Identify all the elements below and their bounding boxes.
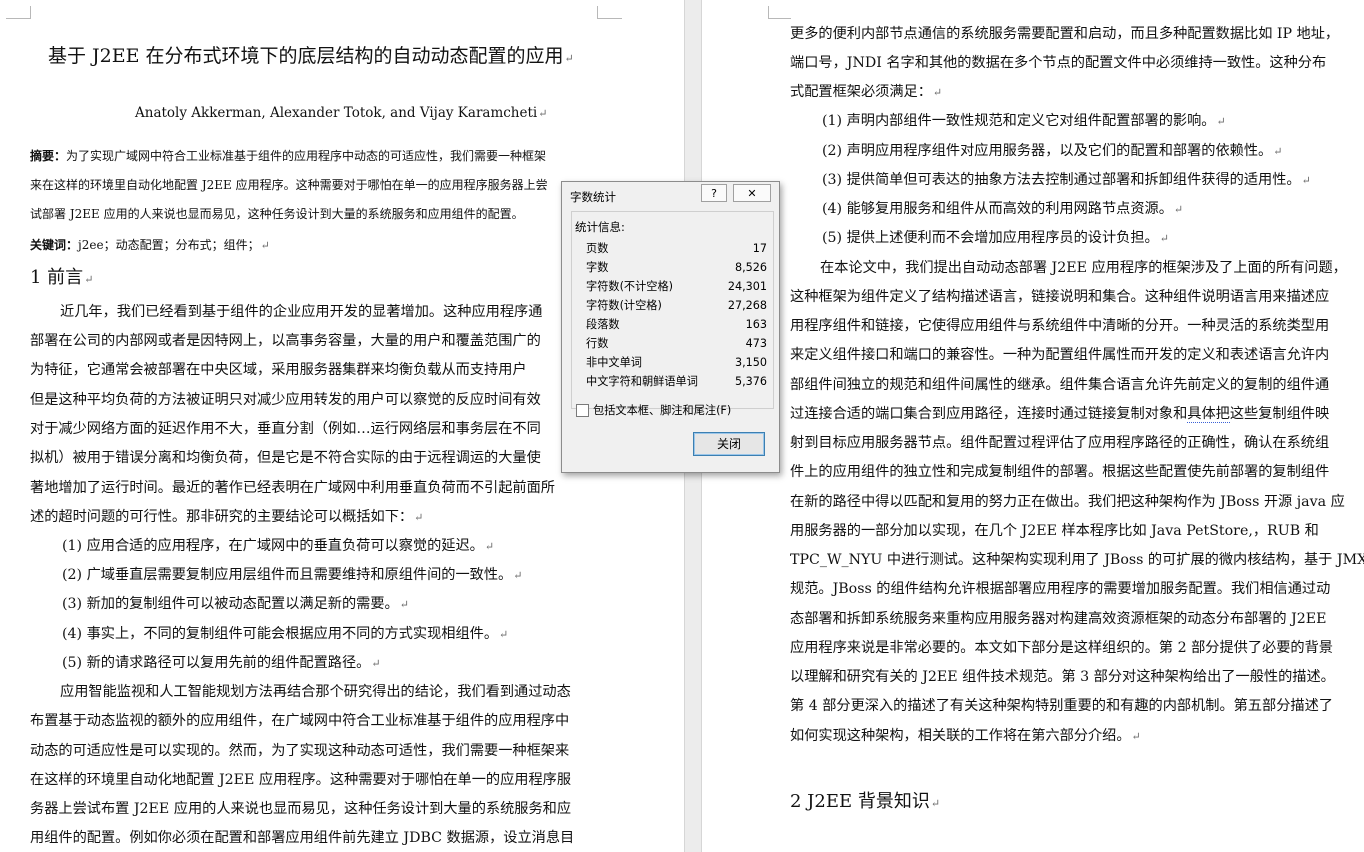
stat-row-chinese-chars: 中文字符和朝鲜语单词 5,376 (586, 375, 767, 388)
statistics-group-label: 统计信息: (575, 220, 625, 234)
abstract-line: 来在这样的环境里自动化地配置 J2EE 应用程序。这种需要对于哪怕在单一的应用程… (30, 178, 548, 192)
document-page-right[interactable]: 更多的便利内部节点通信的系统服务需要配置和启动，而且多种配置数据比如 IP 地址… (702, 0, 1364, 852)
body-line: 述的超时问题的可行性。那非研究的主要结论可以概括如下：↵ (30, 509, 424, 525)
list-item: (2) 广域垂直层需要复制应用层组件而且需要维持和原组件间的一致性。↵ (62, 567, 523, 583)
body-line: 更多的便利内部节点通信的系统服务需要配置和启动，而且多种配置数据比如 IP 地址… (790, 26, 1340, 42)
abstract-line: 摘要：为了实现广域网中符合工业标准基于组件的应用程序中动态的可适应性，我们需要一… (30, 149, 547, 163)
body-line: 这种框架为组件定义了结构描述语言，链接说明和集合。这种组件说明语言用来描述应 (790, 289, 1330, 305)
body-line: 务器上尝试布置 J2EE 应用的人来说也显而易见，这种任务设计到大量的系统服务和… (30, 801, 572, 817)
body-line: 对于减少网络方面的延迟作用不大，垂直分割（例如…运行网络层和事务层在不同 (30, 421, 541, 437)
body-line: 用服务器的一部分加以实现，在几个 J2EE 样本程序比如 Java PetSto… (790, 523, 1319, 539)
close-icon: ✕ (747, 187, 757, 200)
body-line: 用组件的配置。例如你必须在配置和部署应用组件前先建立 JDBC 数据源，设立消息… (30, 830, 575, 846)
body-line: 件上的应用组件的独立性和完成复制组件的部署。根据这些配置使先前部署的复制组件 (790, 464, 1330, 480)
abstract-line: 试部署 J2EE 应用的人来说也显而易见，这种任务设计到大量的系统服务和应用组件… (30, 207, 524, 221)
body-line: 射到目标应用服务器节点。组件配置过程评估了应用程序路径的正确性，确认在系统组 (790, 435, 1330, 451)
stat-row-paragraphs: 段落数 163 (586, 318, 767, 331)
body-line: 应用智能监视和人工智能规划方法再结合那个研究得出的结论，我们看到通过动态 (60, 684, 571, 700)
stat-row-words: 字数 8,526 (586, 261, 767, 274)
body-line: 式配置框架必须满足：↵ (790, 84, 943, 100)
body-line: TPC_W_NYU 中进行测试。这种架构实现利用了 JBoss 的可扩展的微内核… (790, 552, 1364, 568)
list-item: (4) 能够复用服务和组件从而高效的利用网路节点资源。↵ (822, 201, 1184, 217)
body-line: 态部署和拆卸系统服务来重构应用服务器对构建高效资源框架的动态分布部署的 J2EE (790, 611, 1327, 627)
dialog-title: 字数统计 (570, 190, 616, 204)
body-line: 在这样的环境里自动化地配置 J2EE 应用程序。这种需要对于哪怕在单一的应用程序… (30, 772, 572, 788)
paper-authors: Anatoly Akkerman, Alexander Totok, and V… (135, 105, 548, 121)
section-heading: 2 J2EE 背景知识↵ (790, 791, 941, 812)
body-line: 来定义组件接口和端口的兼容性。一种为配置组件属性而开发的定义和表述语言允许内 (790, 347, 1330, 363)
crop-mark (6, 6, 31, 19)
word-count-dialog[interactable]: 字数统计 ? ✕ 统计信息: 页数 17 字数 8,526 字符数(不计空格) 24,… (561, 181, 780, 473)
include-textboxes-label[interactable]: 包括文本框、脚注和尾注(F) (593, 402, 731, 418)
crop-mark (597, 6, 622, 19)
body-line: 过连接合适的端口集合到应用路径，连接时通过链接复制对象和具体把这些复制组件映 (790, 406, 1330, 423)
body-line: 以理解和研究有关的 J2EE 组件技术规范。第 3 部分对这种架构给出了一般性的… (790, 669, 1335, 685)
include-textboxes-checkbox[interactable] (576, 404, 589, 417)
list-item: (1) 声明内部组件一致性规范和定义它对组件配置部署的影响。↵ (822, 113, 1226, 129)
stat-row-pages: 页数 17 (586, 242, 767, 255)
body-line: 著地增加了运行时间。最近的著作已经表明在广域网中利用垂直负荷而不引起前面所 (30, 480, 555, 496)
list-item: (3) 新加的复制组件可以被动态配置以满足新的需要。↵ (62, 596, 409, 612)
close-button[interactable]: 关闭 (693, 432, 765, 456)
crop-mark (768, 6, 791, 19)
body-line: 用程序组件和链接，它使得应用组件与系统组件中清晰的分开。一种灵活的系统类型用 (790, 318, 1330, 334)
body-line: 部组件间独立的规范和组件间属性的继承。组件集合语言允许先前定义的复制的组件通 (790, 377, 1330, 393)
body-line: 如何实现这种架构，相关联的工作将在第六部分介绍。↵ (790, 728, 1141, 744)
paper-title: 基于 J2EE 在分布式环境下的底层结构的自动动态配置的应用↵ (48, 45, 574, 67)
list-item: (4) 事实上，不同的复制组件可能会根据应用不同的方式实现相组件。↵ (62, 626, 509, 642)
body-line: 在新的路径中得以匹配和复用的努力正在做出。我们把这种架构作为 JBoss 开源 … (790, 494, 1345, 510)
stat-row-chars-with-spaces: 字符数(计空格) 27,268 (586, 299, 767, 312)
help-button[interactable]: ? (701, 184, 727, 202)
body-line: 但是这种平均负荷的方法被证明只对减少应用转发的用户可以察觉的反应时间有效 (30, 392, 541, 408)
list-item: (5) 新的请求路径可以复用先前的组件配置路径。↵ (62, 655, 381, 671)
body-line: 动态的可适应性是可以实现的。然而，为了实现这种动态可适性，我们需要一种框架来 (30, 743, 570, 759)
list-item: (5) 提供上述便利而不会增加应用程序员的设计负担。↵ (822, 230, 1169, 246)
body-line: 在本论文中，我们提出自动动态部署 J2EE 应用程序的框架涉及了上面的所有问题， (820, 260, 1347, 276)
stat-row-non-chinese-words: 非中文单词 3,150 (586, 356, 767, 369)
body-line: 为特征，它通常会被部署在中央区域，采用服务器集群来均衡负载从而支持用户 (30, 362, 527, 378)
help-icon: ? (711, 187, 717, 200)
dialog-close-x-button[interactable]: ✕ (733, 184, 771, 202)
body-line: 应用程序来说是非常必要的。本文如下部分是这样组织的。第 2 部分提供了必要的背景 (790, 640, 1333, 656)
body-line: 规范。JBoss 的组件结构允许根据部署应用程序的需要增加服务配置。我们相信通过… (790, 581, 1331, 597)
stat-row-lines: 行数 473 (586, 337, 767, 350)
list-item: (3) 提供简单但可表达的抽象方法去控制通过部署和拆卸组件获得的适用性。↵ (822, 172, 1311, 188)
list-item: (1) 应用合适的应用程序，在广域网中的垂直负荷可以察觉的延迟。↵ (62, 538, 495, 554)
keywords-line: 关键词：j2ee；动态配置；分布式；组件；↵ (30, 238, 270, 252)
stat-row-chars-no-spaces: 字符数(不计空格) 24,301 (586, 280, 767, 293)
list-item: (2) 声明应用程序组件对应用服务器，以及它们的配置和部署的依赖性。↵ (822, 143, 1283, 159)
body-line: 布置基于动态监视的额外的应用组件，在广域网中符合工业标准基于组件的应用程序中 (30, 713, 570, 729)
body-line: 第 4 部分更深入的描述了有关这种架构特别重要的和有趣的内部机制。第五部分描述了 (790, 698, 1333, 714)
body-line: 拟机）被用于错误分离和均衡负荷，但是它是不符合实际的由于远程调运的大量使 (30, 450, 541, 466)
spellcheck-underline: 具体把 (1187, 406, 1230, 423)
body-line: 端口号，JNDI 名字和其他的数据在多个节点的配置文件中必须维持一致性。这种分布 (790, 55, 1327, 71)
body-line: 部署在公司的内部网或者是因特网上，以高事务容量，大量的用户和覆盖范围广的 (30, 333, 541, 349)
body-line: 近几年，我们已经看到基于组件的企业应用开发的显著增加。这种应用程序通 (60, 304, 543, 320)
section-heading: 1 前言↵ (30, 267, 94, 288)
